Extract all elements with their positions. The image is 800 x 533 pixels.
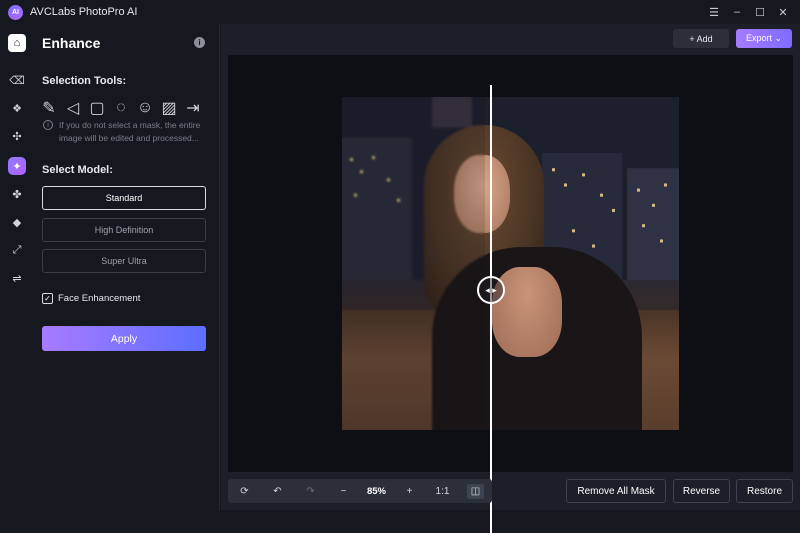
home-icon[interactable]: ⌂ [8,34,26,52]
panel-title: Enhance [42,35,101,51]
close-icon[interactable]: ✕ [772,3,794,21]
photo-preview [342,97,679,430]
app-title: AVCLabs PhotoPro AI [30,6,138,18]
auto-select-tool-icon[interactable]: ▨ [161,100,176,117]
compare-divider[interactable] [490,85,492,533]
selection-tools: ✎ ◁ ▢ ◌ ☺ ▨ ⇥ [42,99,210,117]
compare-view-button[interactable]: ◫ [459,479,492,503]
hint-info-icon: i [43,120,53,130]
zoom-in-icon[interactable]: + [393,479,426,503]
info-icon[interactable]: i [194,37,205,48]
model-standard-button[interactable]: Standard [42,186,206,210]
import-mask-tool-icon[interactable]: ⇥ [186,100,200,117]
redo-icon[interactable]: ↷ [294,479,327,503]
compare-view-icon: ◫ [467,483,484,499]
select-model-label: Select Model: [42,164,113,176]
actual-size-button[interactable]: 1:1 [426,479,459,503]
menu-icon[interactable]: ☰ [703,3,725,21]
add-button[interactable]: + Add [673,29,729,48]
face-enhancement-checkbox[interactable]: ✓ [42,293,53,304]
effects-icon[interactable]: ✤ [8,185,26,203]
selection-tools-label: Selection Tools: [42,75,127,87]
original-side-overlay [342,97,485,430]
brush-tool-icon[interactable]: ✎ [42,100,56,117]
apply-button[interactable]: Apply [42,326,206,351]
export-button[interactable]: Export ⌄ [736,29,792,48]
reset-view-icon[interactable]: ⟳ [228,479,261,503]
replace-icon[interactable]: ❖ [8,99,26,117]
model-high-definition-button[interactable]: High Definition [42,218,206,242]
remove-all-mask-button[interactable]: Remove All Mask [566,479,666,503]
compare-slider-handle[interactable]: ◂ ▸ [477,276,505,304]
reverse-button[interactable]: Reverse [673,479,730,503]
window-controls: ☰ – ☐ ✕ [702,3,794,21]
enhance-panel: Enhance i Selection Tools: ✎ ◁ ▢ ◌ ☺ ▨ ⇥… [34,24,220,510]
upscale-icon[interactable]: ⤢ [8,241,26,259]
expand-icon[interactable]: ✣ [8,127,26,145]
portrait-tool-icon[interactable]: ☺ [137,99,153,116]
face-enhancement-label: Face Enhancement [58,293,141,304]
title-bar: AI AVCLabs PhotoPro AI ☰ – ☐ ✕ [0,0,800,24]
ellipse-tool-icon[interactable]: ◌ [114,99,128,116]
workspace: + Add Export ⌄ ◂ ▸ ⟳ ↶ ↷ − 85% + 1:1 ◫ R… [221,24,800,533]
colorize-icon[interactable]: ◆ [8,213,26,231]
face-enhancement-option[interactable]: ✓ Face Enhancement [42,293,140,304]
selection-hint: If you do not select a mask, the entire … [59,120,201,143]
image-canvas[interactable]: ◂ ▸ [228,55,793,533]
enhance-icon[interactable]: ✦ [8,157,26,175]
app-logo: AI [8,4,23,20]
top-actions: + Add Export ⌄ [673,29,792,48]
minimize-icon[interactable]: – [726,3,748,21]
subject-neckline [492,267,562,357]
eraser-icon[interactable]: ⌫ [8,71,26,89]
rectangle-tool-icon[interactable]: ▢ [89,100,104,117]
model-super-ultra-button[interactable]: Super Ultra [42,249,206,273]
undo-icon[interactable]: ↶ [261,479,294,503]
lasso-tool-icon[interactable]: ◁ [66,100,80,117]
view-toolbar: ⟳ ↶ ↷ − 85% + 1:1 ◫ [228,479,492,503]
zoom-level: 85% [366,485,386,497]
tool-rail: ⌂ ⌫ ❖ ✣ ✦ ✤ ◆ ⤢ ⇌ [0,24,34,510]
adjust-icon[interactable]: ⇌ [8,269,26,287]
maximize-icon[interactable]: ☐ [749,3,771,21]
zoom-out-icon[interactable]: − [327,479,360,503]
restore-button[interactable]: Restore [736,479,793,503]
